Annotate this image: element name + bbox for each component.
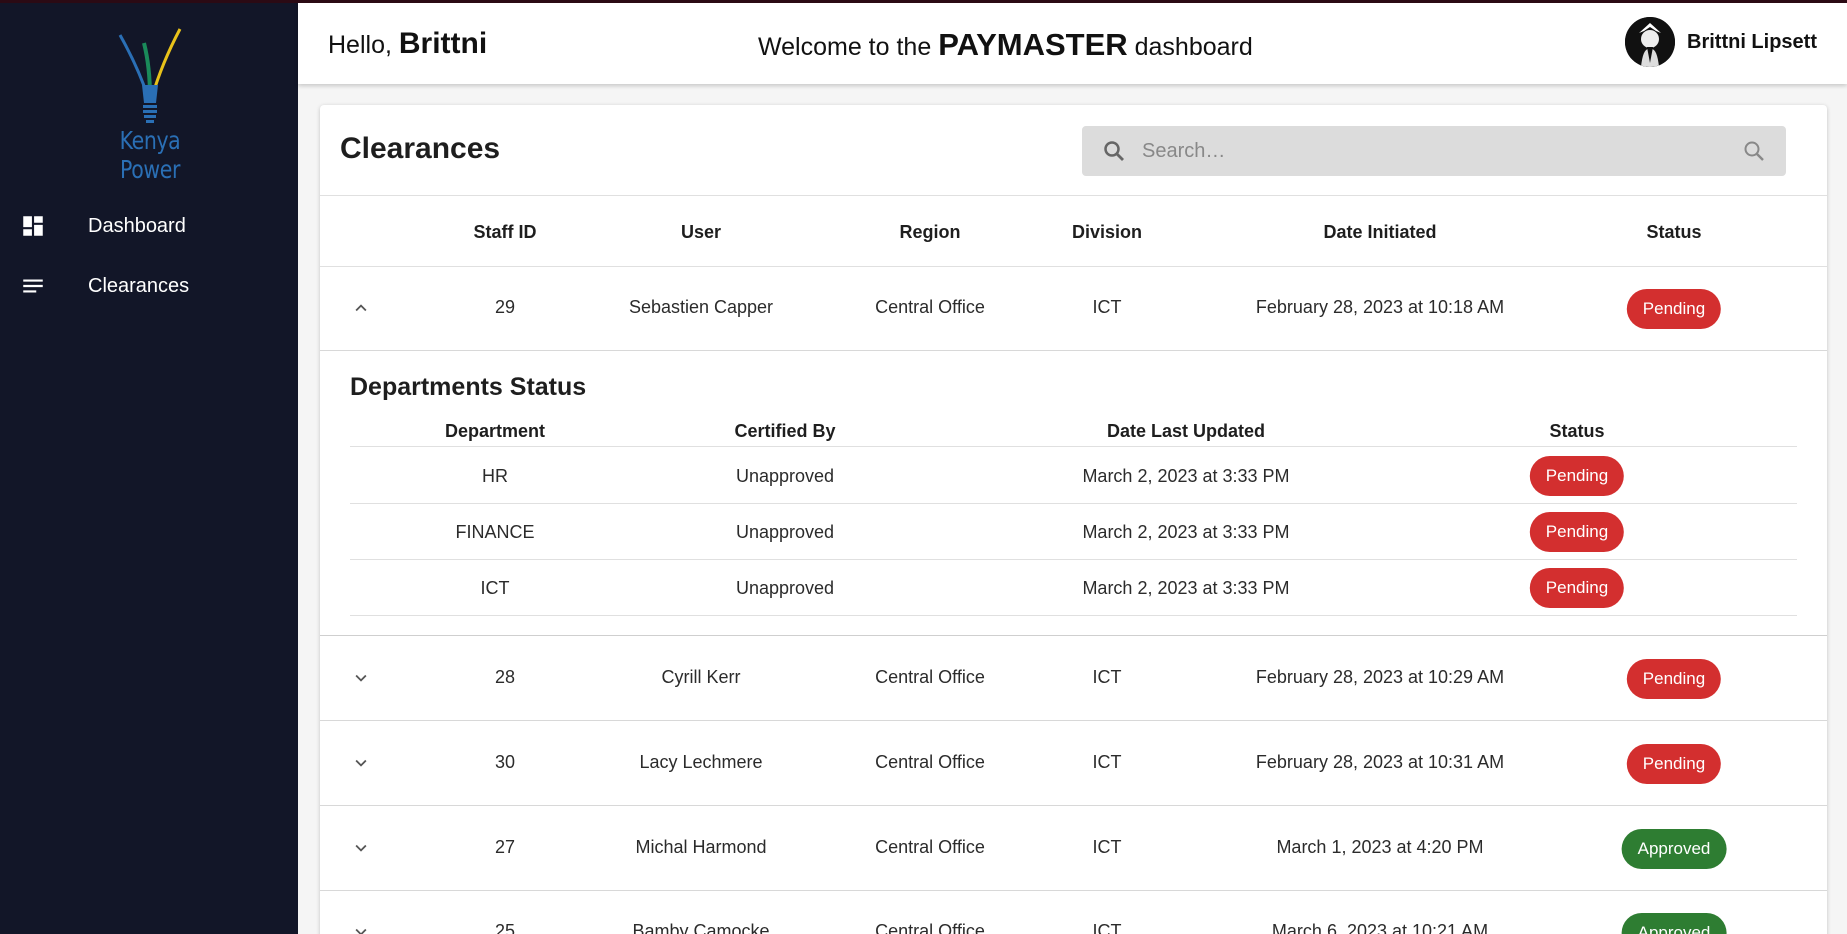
- department-cell: ICT: [480, 578, 510, 598]
- status-badge: Pending: [1529, 512, 1625, 552]
- avatar-image: [1625, 17, 1675, 67]
- department-row: ICT Unapproved March 2, 2023 at 3:33 PM …: [350, 560, 1797, 616]
- user-cell: Sebastien Capper: [628, 297, 774, 317]
- logo-text: Kenya Power: [119, 126, 181, 184]
- department-row: HR Unapproved March 2, 2023 at 3:33 PM P…: [350, 448, 1797, 504]
- page-title: Clearances: [340, 132, 501, 165]
- region-cell: Central Office: [875, 921, 985, 934]
- division-cell: ICT: [1092, 752, 1122, 772]
- table-row[interactable]: 28 Cyrill Kerr Central Office ICT Februa…: [320, 637, 1827, 721]
- welcome-suffix: dashboard: [1134, 33, 1253, 61]
- status-badge: Approved: [1621, 829, 1727, 869]
- greeting-name: Brittni: [398, 27, 488, 60]
- column-header-division[interactable]: Division: [1072, 222, 1142, 243]
- staff-id-cell: 25: [494, 921, 516, 934]
- column-header-date-initiated[interactable]: Date Initiated: [1323, 222, 1436, 243]
- table-row[interactable]: 27 Michal Harmond Central Office ICT Mar…: [320, 807, 1827, 891]
- region-cell: Central Office: [875, 752, 985, 772]
- certified-by-cell: Unapproved: [735, 522, 835, 542]
- certified-by-cell: Unapproved: [735, 466, 835, 486]
- date-cell: February 28, 2023 at 10:18 AM: [1255, 297, 1505, 317]
- welcome-brand: PAYMASTER: [938, 27, 1128, 62]
- status-badge: Pending: [1626, 744, 1722, 784]
- greeting: Hello, Brittni: [328, 27, 487, 61]
- sidebar-item-label: Clearances: [88, 274, 190, 297]
- column-header-date-last-updated: Date Last Updated: [1106, 421, 1266, 441]
- status-badge: Approved: [1621, 913, 1727, 934]
- chevron-up-icon[interactable]: [350, 297, 372, 319]
- chevron-down-icon[interactable]: [350, 921, 372, 934]
- date-cell: February 28, 2023 at 10:29 AM: [1255, 667, 1505, 687]
- column-header-region[interactable]: Region: [900, 222, 961, 243]
- sidebar-item-label: Dashboard: [88, 214, 186, 237]
- region-cell: Central Office: [875, 837, 985, 857]
- date-cell: February 28, 2023 at 10:31 AM: [1255, 752, 1505, 772]
- welcome-prefix: Welcome to the: [758, 33, 932, 61]
- date-cell: March 1, 2023 at 4:20 PM: [1276, 837, 1484, 857]
- division-cell: ICT: [1092, 837, 1122, 857]
- division-cell: ICT: [1092, 921, 1122, 934]
- dashboard-icon: [23, 216, 43, 236]
- department-table-header: Department Certified By Date Last Update…: [350, 411, 1797, 447]
- staff-id-cell: 28: [494, 667, 516, 687]
- chevron-down-icon[interactable]: [350, 667, 372, 689]
- division-cell: ICT: [1092, 667, 1122, 687]
- column-header-staff-id[interactable]: Staff ID: [474, 222, 537, 243]
- date-last-updated-cell: March 2, 2023 at 3:33 PM: [1082, 522, 1290, 542]
- column-header-certified-by: Certified By: [734, 421, 836, 441]
- staff-id-cell: 29: [494, 297, 516, 317]
- column-header-status[interactable]: Status: [1646, 222, 1701, 243]
- date-last-updated-cell: March 2, 2023 at 3:33 PM: [1082, 466, 1290, 486]
- top-bar: Hello, Brittni Welcome to the PAYMASTER …: [298, 0, 1847, 84]
- user-cell: Bamby Camocke: [632, 921, 770, 934]
- region-cell: Central Office: [875, 297, 985, 317]
- table-row[interactable]: 25 Bamby Camocke Central Office ICT Marc…: [320, 891, 1827, 934]
- search-input[interactable]: [1142, 126, 1702, 176]
- department-cell: FINANCE: [455, 522, 535, 542]
- staff-id-cell: 27: [494, 837, 516, 857]
- table-row[interactable]: 29 Sebastien Capper Central Office ICT F…: [320, 267, 1827, 351]
- user-cell: Michal Harmond: [635, 837, 767, 857]
- clearances-card: Clearances Staff ID User Region Division…: [320, 105, 1827, 934]
- search-bar[interactable]: [1082, 126, 1786, 176]
- user-cell: Lacy Lechmere: [639, 752, 763, 772]
- department-status-title: Departments Status: [350, 373, 587, 401]
- chevron-down-icon[interactable]: [350, 837, 372, 859]
- certified-by-cell: Unapproved: [735, 578, 835, 598]
- sidebar-item-clearances[interactable]: Clearances: [0, 263, 298, 309]
- status-badge: Pending: [1626, 289, 1722, 329]
- welcome-message: Welcome to the PAYMASTER dashboard: [758, 27, 1253, 63]
- sidebar-item-dashboard[interactable]: Dashboard: [0, 203, 298, 249]
- date-cell: March 6, 2023 at 10:21 AM: [1271, 921, 1489, 934]
- sidebar: Kenya Power Dashboard Clearances: [0, 0, 298, 934]
- user-name: Brittni Lipsett: [1687, 30, 1817, 53]
- region-cell: Central Office: [875, 667, 985, 687]
- staff-id-cell: 30: [494, 752, 516, 772]
- date-last-updated-cell: March 2, 2023 at 3:33 PM: [1082, 578, 1290, 598]
- logo-bulb-icon: [118, 28, 182, 123]
- status-badge: Pending: [1529, 456, 1625, 496]
- search-submit-icon[interactable]: [1742, 139, 1766, 163]
- column-header-department-status: Status: [1549, 421, 1605, 441]
- column-header-department: Department: [444, 421, 546, 441]
- search-icon: [1104, 141, 1124, 161]
- user-menu[interactable]: Brittni Lipsett: [1625, 17, 1817, 67]
- department-status-panel: Departments Status Department Certified …: [320, 351, 1827, 636]
- user-cell: Cyrill Kerr: [661, 667, 741, 687]
- table-header: Staff ID User Region Division Date Initi…: [320, 195, 1827, 267]
- avatar[interactable]: [1625, 17, 1675, 67]
- status-badge: Pending: [1626, 659, 1722, 699]
- list-icon: [23, 279, 43, 293]
- department-cell: HR: [482, 466, 508, 486]
- division-cell: ICT: [1092, 297, 1122, 317]
- kenya-power-logo: Kenya Power: [80, 27, 220, 184]
- greeting-prefix: Hello,: [328, 31, 392, 59]
- status-badge: Pending: [1529, 568, 1625, 608]
- column-header-user[interactable]: User: [681, 222, 721, 243]
- chevron-down-icon[interactable]: [350, 752, 372, 774]
- department-row: FINANCE Unapproved March 2, 2023 at 3:33…: [350, 504, 1797, 560]
- table-row[interactable]: 30 Lacy Lechmere Central Office ICT Febr…: [320, 722, 1827, 806]
